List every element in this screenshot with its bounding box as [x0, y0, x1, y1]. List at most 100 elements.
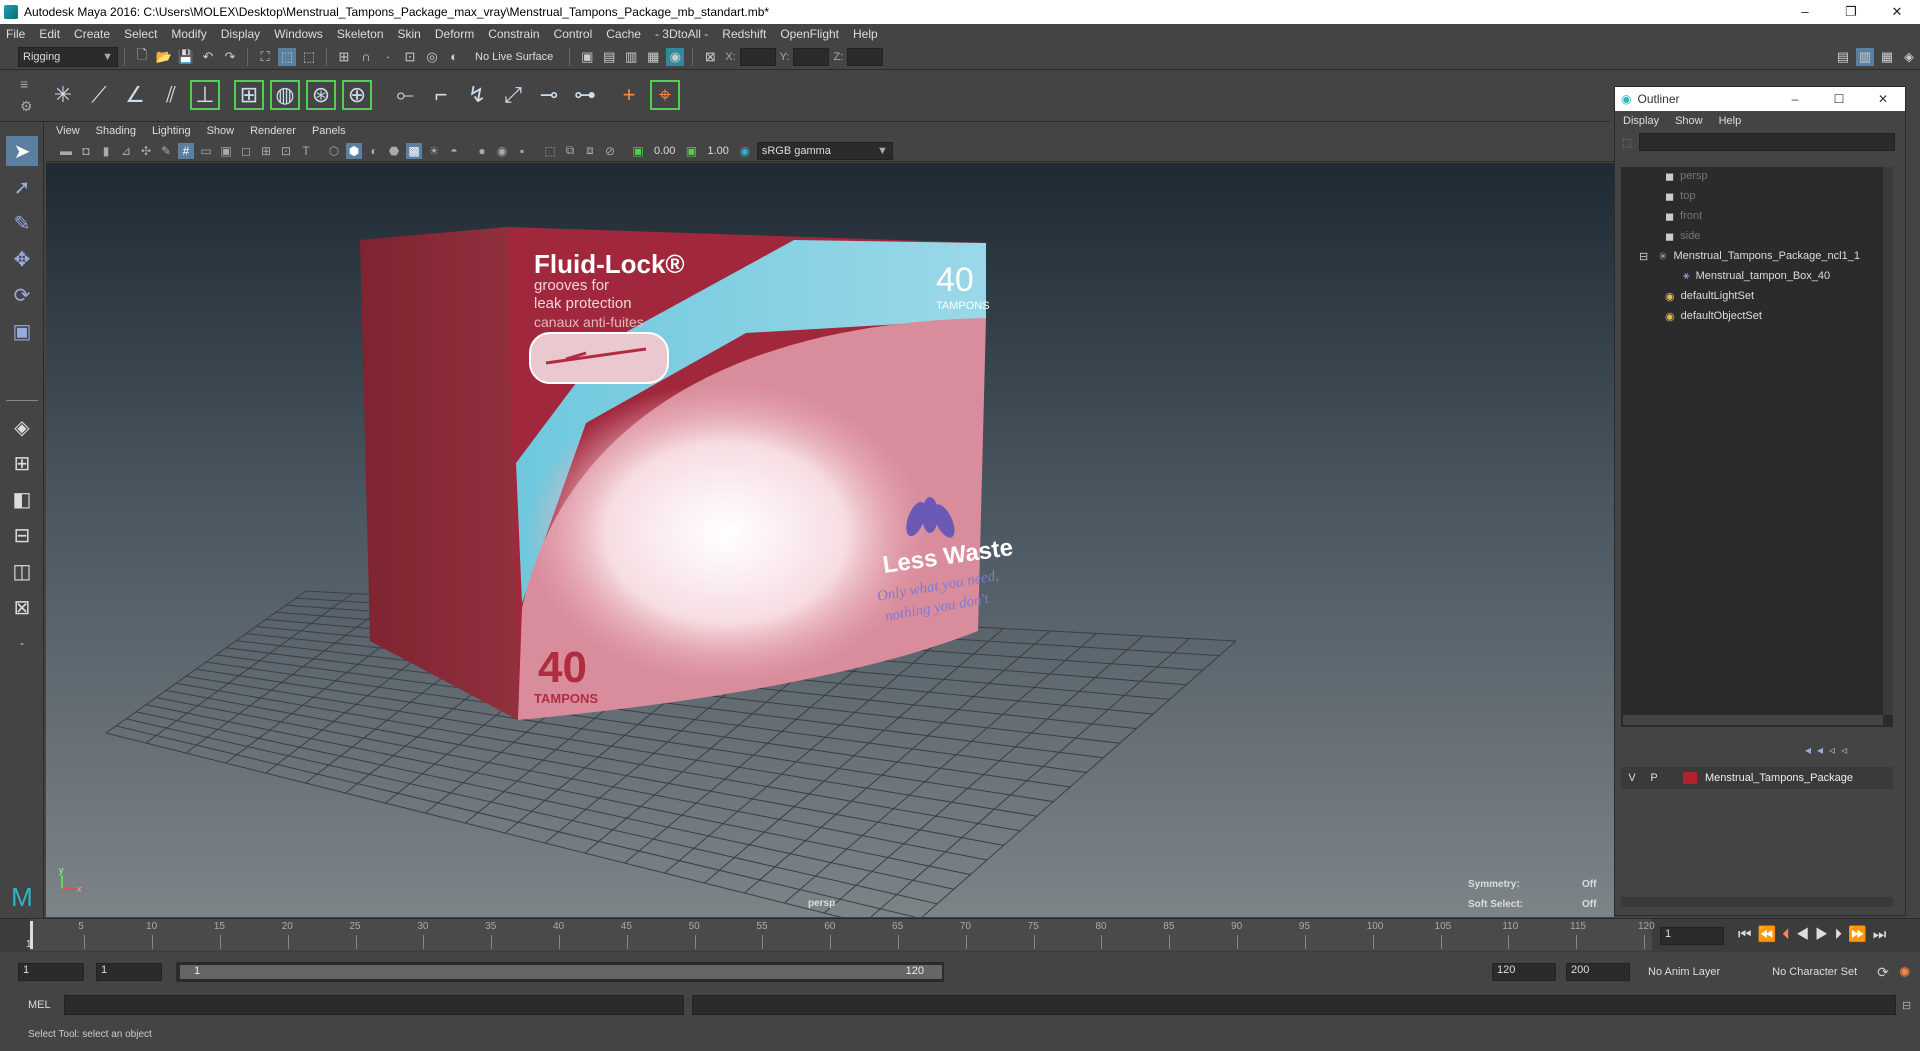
x-field[interactable]: [739, 47, 776, 66]
image-plane-icon[interactable]: ⊿: [118, 143, 134, 159]
transform-mode-icon[interactable]: ⊠: [701, 48, 719, 66]
menu-help[interactable]: Help: [853, 27, 878, 41]
single-perspective-layout-icon[interactable]: ◈: [6, 412, 38, 442]
live-surface-label[interactable]: No Live Surface: [475, 51, 553, 63]
rotate-tool-icon[interactable]: ⟳: [6, 280, 38, 310]
outliner-menu-help[interactable]: Help: [1719, 115, 1742, 127]
smooth-shade-icon[interactable]: ⬢: [346, 142, 362, 159]
exposure-value[interactable]: 0.00: [654, 145, 675, 157]
more-layouts-icon[interactable]: -: [6, 628, 38, 658]
use-all-lights-icon[interactable]: ☀: [426, 143, 442, 159]
channel-box-toggle-icon[interactable]: ▥: [1856, 47, 1874, 66]
menu-skeleton[interactable]: Skeleton: [337, 27, 384, 41]
layer-scrollbar[interactable]: [1621, 897, 1893, 907]
character-set-dropdown[interactable]: No Character Set: [1772, 966, 1857, 978]
wrap-icon[interactable]: ↯: [462, 80, 492, 110]
auto-key-icon[interactable]: ⟳: [1877, 964, 1889, 981]
script-editor-icon[interactable]: ⊟: [1902, 999, 1911, 1012]
outliner-maximize-button[interactable]: ☐: [1817, 92, 1861, 106]
locator-icon[interactable]: +: [614, 80, 644, 110]
play-backwards-icon[interactable]: ◀: [1796, 926, 1815, 943]
blend-shape-icon[interactable]: ⤢: [498, 80, 528, 110]
maximize-button[interactable]: ❐: [1828, 4, 1874, 20]
persp-outliner-layout-icon[interactable]: ⊟: [6, 520, 38, 550]
outliner-menu-display[interactable]: Display: [1623, 115, 1659, 127]
menu-skin[interactable]: Skin: [398, 27, 421, 41]
step-forward-key-icon[interactable]: ⏩: [1848, 926, 1873, 943]
modeling-toolkit-icon[interactable]: ◈: [1900, 48, 1918, 66]
select-object-icon[interactable]: ⬚: [278, 47, 296, 66]
bookmark-icon[interactable]: ▮: [98, 143, 114, 159]
go-to-end-icon[interactable]: ⏭: [1873, 926, 1893, 943]
exposure-icon[interactable]: ▣: [630, 143, 646, 159]
paint-select-icon[interactable]: ✎: [6, 208, 38, 238]
render-view-icon[interactable]: ▣: [578, 48, 596, 66]
snap-grid-icon[interactable]: ⊞: [335, 48, 353, 66]
outliner-vertical-scrollbar[interactable]: [1883, 167, 1893, 715]
layer-name[interactable]: Menstrual_Tampons_Package: [1705, 772, 1853, 784]
render-frame-icon[interactable]: ▤: [600, 48, 618, 66]
outliner-search-field[interactable]: [1639, 133, 1895, 151]
new-scene-icon[interactable]: 🗋: [133, 47, 151, 66]
film-gate-icon[interactable]: ▭: [198, 143, 214, 159]
filter-icon[interactable]: ⬚: [1615, 136, 1639, 149]
menu-select[interactable]: Select: [124, 27, 157, 41]
outliner-item-front[interactable]: ◼ front: [1665, 207, 1702, 225]
ik-spline-icon[interactable]: ∠: [120, 80, 150, 110]
menu-cache[interactable]: Cache: [606, 27, 641, 41]
interactive-bind-icon[interactable]: ⊛: [306, 80, 336, 110]
lattice-icon[interactable]: ⌐: [426, 80, 456, 110]
gamma-value[interactable]: 1.00: [707, 145, 728, 157]
menu-deform[interactable]: Deform: [435, 27, 474, 41]
outliner-item-default-light-set[interactable]: ◉ defaultLightSet: [1665, 287, 1754, 305]
step-forward-frame-icon[interactable]: ⏵: [1835, 926, 1849, 943]
snap-curve-icon[interactable]: ∩: [357, 48, 375, 66]
viewport-menu-renderer[interactable]: Renderer: [250, 125, 296, 137]
outliner-item-default-object-set[interactable]: ◉ defaultObjectSet: [1665, 307, 1762, 325]
tool-settings-toggle-icon[interactable]: ▦: [1878, 48, 1896, 66]
attribute-editor-toggle-icon[interactable]: ▤: [1834, 48, 1852, 66]
y-field[interactable]: [793, 47, 830, 66]
open-scene-icon[interactable]: 📂: [155, 48, 173, 66]
persp-graph-layout-icon[interactable]: ◧: [6, 484, 38, 514]
layer-playback-toggle[interactable]: P: [1643, 772, 1665, 784]
undo-icon[interactable]: ↶: [199, 48, 217, 66]
hypershade-icon[interactable]: ◉: [666, 47, 685, 66]
menu-create[interactable]: Create: [74, 27, 110, 41]
outliner-item-top[interactable]: ◼ top: [1665, 187, 1695, 205]
animation-start-field[interactable]: 1: [18, 963, 84, 981]
shelf-settings-icon[interactable]: ⚙: [20, 98, 33, 115]
wire-icon[interactable]: ⊸: [534, 80, 564, 110]
menu-control[interactable]: Control: [554, 27, 593, 41]
time-ruler[interactable]: 5 10 15 20 25 30 35 40 45 50 55 60 65 70 75 80 85 90 95 100…: [26, 919, 1655, 951]
insert-joint-icon[interactable]: ⫽: [156, 80, 186, 110]
hypershade-layout-icon[interactable]: ◫: [6, 556, 38, 586]
outliner-item-side[interactable]: ◼ side: [1665, 227, 1700, 245]
live-surface-icon[interactable]: ◐: [445, 48, 463, 66]
twod-pan-icon[interactable]: ✣: [138, 143, 154, 159]
outliner-minimize-button[interactable]: –: [1773, 92, 1817, 106]
snap-view-icon[interactable]: ⊡: [401, 48, 419, 66]
menu-3dtoall[interactable]: - 3DtoAll -: [655, 27, 708, 41]
viewport-menu-view[interactable]: View: [56, 125, 80, 137]
animation-end-field[interactable]: 200: [1566, 963, 1630, 981]
select-tool-icon[interactable]: ➤: [6, 136, 38, 166]
menu-redshift[interactable]: Redshift: [722, 27, 766, 41]
range-bar[interactable]: 1 120: [176, 962, 944, 982]
render-settings-icon[interactable]: ▦: [644, 48, 662, 66]
time-slider[interactable]: 5 10 15 20 25 30 35 40 45 50 55 60 65 70 75 80 85 90 95 100…: [0, 918, 1920, 952]
command-input[interactable]: [64, 995, 684, 1015]
wireframe-icon[interactable]: ⬡: [326, 143, 342, 159]
wireframe-on-shaded-icon[interactable]: ⬣: [386, 143, 402, 159]
motion-blur-icon[interactable]: ◉: [494, 143, 510, 159]
menu-set-dropdown[interactable]: Rigging ▼: [18, 46, 118, 67]
outliner-close-button[interactable]: ✕: [1861, 92, 1905, 106]
select-component-icon[interactable]: ⬚: [300, 48, 318, 66]
z-field[interactable]: [847, 47, 884, 66]
menu-display[interactable]: Display: [221, 27, 260, 41]
camera-attributes-icon[interactable]: ◘: [78, 143, 94, 159]
xray-active-icon[interactable]: ⧈: [582, 143, 598, 159]
display-layer-row[interactable]: V P Menstrual_Tampons_Package: [1621, 767, 1893, 789]
outliner-item-persp[interactable]: ◼ persp: [1665, 167, 1708, 185]
go-to-start-icon[interactable]: ⏮: [1738, 926, 1758, 943]
